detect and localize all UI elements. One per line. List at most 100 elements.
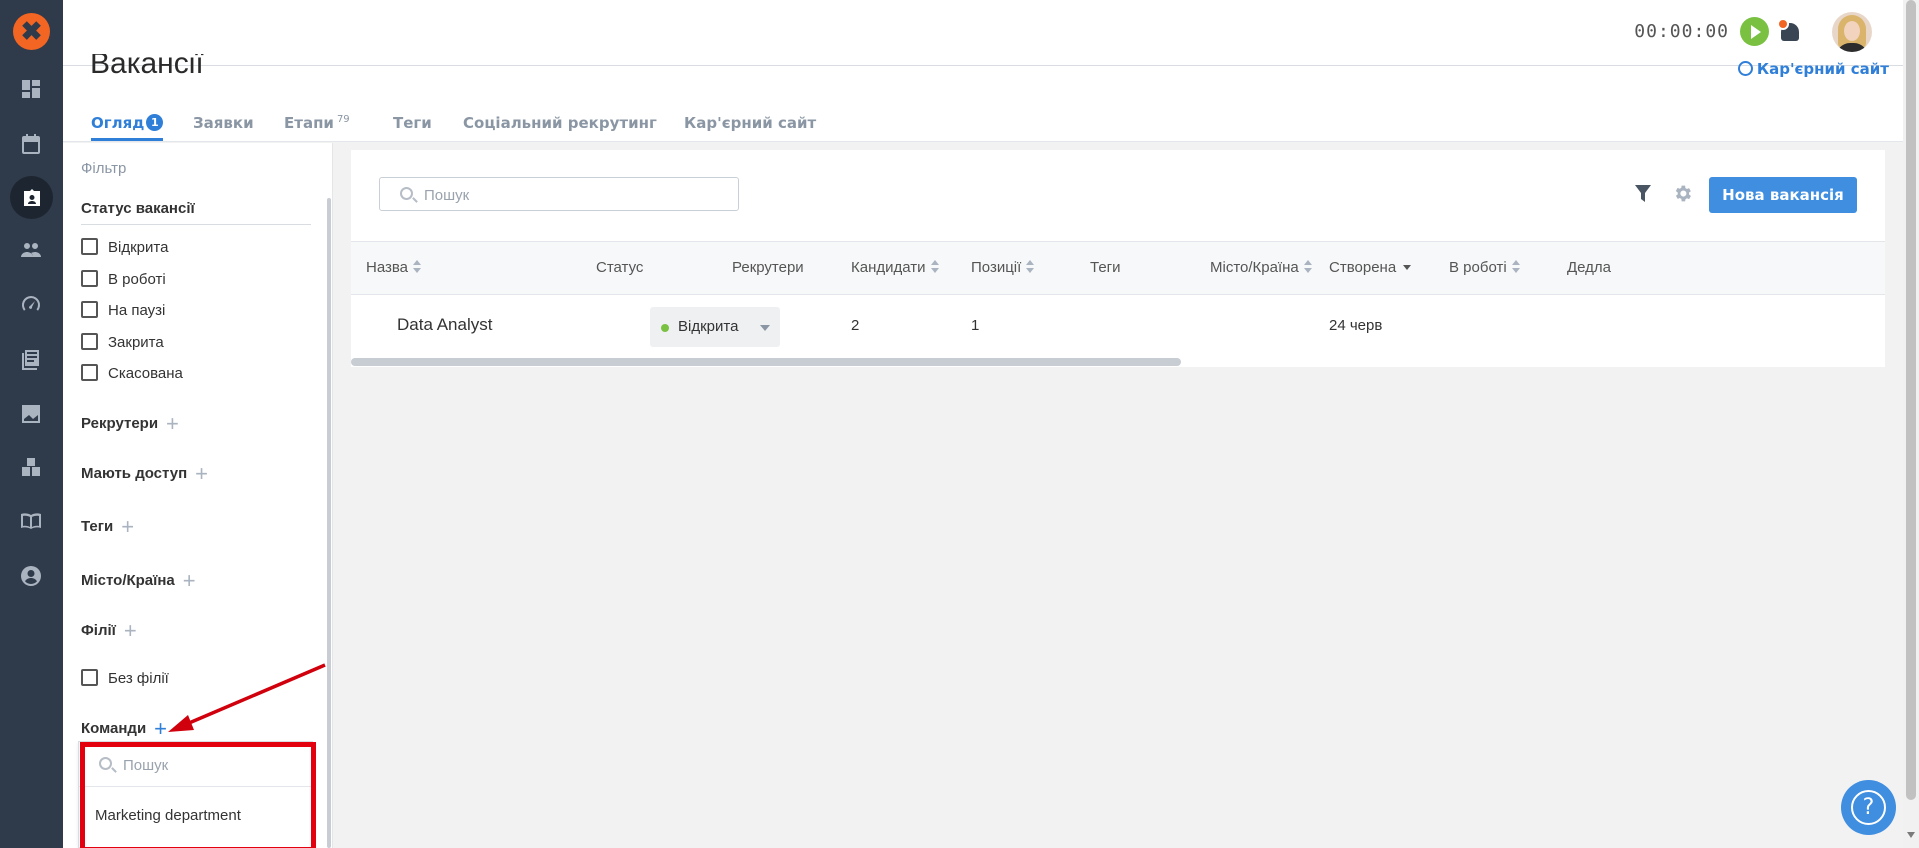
recruiters-section: Рекрутери + bbox=[81, 413, 179, 435]
candidates-count[interactable]: 2 bbox=[851, 317, 859, 334]
positions-count: 1 bbox=[971, 317, 980, 334]
add-recruiter-icon[interactable]: + bbox=[166, 413, 179, 435]
status-label: Відкрита bbox=[678, 318, 739, 335]
avatar[interactable] bbox=[1832, 12, 1872, 52]
highlight-box bbox=[80, 742, 316, 848]
filter-title: Фільтр bbox=[81, 160, 127, 177]
dashboard-icon[interactable] bbox=[8, 67, 55, 111]
sort-icon bbox=[413, 260, 422, 274]
vacancy-name-link[interactable]: Data Analyst bbox=[397, 315, 492, 335]
status-checkbox-cancelled[interactable]: Скасована bbox=[81, 364, 183, 382]
help-icon: ? bbox=[1851, 790, 1886, 825]
speedometer-icon[interactable] bbox=[8, 283, 55, 327]
status-checkbox-closed[interactable]: Закрита bbox=[81, 333, 164, 351]
checkbox-label: На паузі bbox=[108, 302, 166, 319]
access-section: Мають доступ + bbox=[81, 463, 208, 485]
add-access-icon[interactable]: + bbox=[195, 463, 208, 485]
library-icon[interactable] bbox=[8, 337, 55, 381]
page-scrollbar[interactable] bbox=[1903, 0, 1919, 848]
checkbox[interactable] bbox=[81, 669, 98, 686]
sort-icon bbox=[930, 260, 939, 274]
people-icon[interactable] bbox=[8, 228, 55, 272]
tab-tags[interactable]: Теги bbox=[393, 114, 432, 141]
vacancies-icon[interactable] bbox=[10, 176, 53, 219]
no-branch-checkbox[interactable]: Без філії bbox=[81, 669, 169, 687]
sort-icon bbox=[1026, 260, 1035, 274]
filter-icon[interactable] bbox=[1635, 185, 1651, 203]
tab-requests[interactable]: Заявки bbox=[193, 114, 254, 141]
page-header: Вакансії Кар'єрний сайт Огляд 1 Заявки Ет… bbox=[63, 54, 1919, 142]
access-label: Мають доступ bbox=[81, 465, 188, 482]
col-positions[interactable]: Позиції bbox=[971, 259, 1035, 276]
help-button[interactable]: ? bbox=[1841, 780, 1896, 835]
search-input[interactable] bbox=[424, 182, 724, 208]
left-navigation: ✖ bbox=[0, 0, 63, 848]
new-vacancy-button[interactable]: Нова вакансія bbox=[1709, 177, 1857, 213]
checkbox-label: В роботі bbox=[108, 271, 166, 288]
col-created[interactable]: Створена bbox=[1329, 259, 1412, 276]
tab-career-site[interactable]: Кар'єрний сайт bbox=[684, 114, 816, 141]
tab-overview[interactable]: Огляд 1 bbox=[91, 114, 164, 141]
status-checkbox-paused[interactable]: На паузі bbox=[81, 301, 165, 319]
col-city[interactable]: Місто/Країна bbox=[1210, 259, 1312, 276]
col-in-work-label: В роботі bbox=[1449, 259, 1507, 276]
col-tags: Теги bbox=[1090, 259, 1121, 276]
tab-overview-label: Огляд bbox=[91, 114, 145, 132]
tab-overview-badge: 1 bbox=[146, 114, 164, 131]
checkbox-label: Відкрита bbox=[108, 239, 169, 256]
created-date: 24 черв bbox=[1329, 317, 1383, 334]
scroll-down-icon[interactable] bbox=[1907, 832, 1915, 838]
checkbox[interactable] bbox=[81, 364, 98, 381]
scrollbar-thumb[interactable] bbox=[1906, 0, 1916, 800]
table-row[interactable]: Data Analyst Відкрита 2 1 24 черв bbox=[351, 296, 1885, 358]
tags-label: Теги bbox=[81, 518, 114, 535]
vacancies-card: Нова вакансія Назва Статус Рекрутери Кан… bbox=[351, 150, 1885, 367]
tab-stages[interactable]: Етапи 79 bbox=[284, 114, 350, 141]
add-branch-icon[interactable]: + bbox=[124, 620, 137, 642]
notifications-icon[interactable] bbox=[1777, 18, 1803, 44]
career-site-link[interactable]: Кар'єрний сайт bbox=[1737, 60, 1889, 78]
status-dropdown[interactable]: Відкрита bbox=[650, 307, 780, 347]
add-city-icon[interactable]: + bbox=[183, 570, 196, 592]
book-icon[interactable] bbox=[8, 499, 55, 543]
chevron-down-icon bbox=[760, 325, 770, 331]
timer-display: 00:00:00 bbox=[1634, 21, 1729, 42]
top-bar: 00:00:00 bbox=[63, 0, 1919, 66]
table-horizontal-scrollbar[interactable] bbox=[351, 358, 1181, 366]
col-candidates[interactable]: Кандидати bbox=[851, 259, 939, 276]
settings-gear-icon[interactable] bbox=[1672, 183, 1693, 204]
play-icon[interactable] bbox=[1740, 17, 1769, 46]
col-in-work[interactable]: В роботі bbox=[1449, 259, 1520, 276]
search-icon bbox=[400, 187, 413, 200]
divider bbox=[81, 224, 311, 225]
city-label: Місто/Країна bbox=[81, 572, 175, 589]
boxes-icon[interactable] bbox=[8, 445, 55, 489]
checkbox[interactable] bbox=[81, 238, 98, 255]
career-site-label: Кар'єрний сайт bbox=[1756, 60, 1889, 78]
sidebar-scrollbar[interactable] bbox=[327, 198, 331, 848]
checkbox-label: Скасована bbox=[108, 365, 183, 382]
checkbox[interactable] bbox=[81, 333, 98, 350]
app-logo[interactable]: ✖ bbox=[13, 13, 50, 50]
checkbox[interactable] bbox=[81, 270, 98, 287]
col-city-label: Місто/Країна bbox=[1210, 259, 1299, 276]
tab-stages-label: Етапи bbox=[284, 114, 334, 132]
tab-social-recruiting[interactable]: Соціальний рекрутинг bbox=[463, 114, 657, 141]
col-name[interactable]: Назва bbox=[366, 259, 422, 276]
recruiters-label: Рекрутери bbox=[81, 415, 159, 432]
col-positions-label: Позиції bbox=[971, 259, 1022, 276]
account-icon[interactable] bbox=[8, 554, 55, 598]
status-dot bbox=[661, 324, 669, 332]
chart-icon[interactable] bbox=[8, 392, 55, 436]
globe-icon bbox=[1737, 61, 1753, 76]
tags-section: Теги + bbox=[81, 516, 134, 538]
status-section-title: Статус вакансії bbox=[81, 200, 195, 217]
tab-stages-count: 79 bbox=[336, 114, 350, 125]
status-checkbox-open[interactable]: Відкрита bbox=[81, 238, 168, 256]
calendar-icon[interactable] bbox=[8, 122, 55, 166]
status-checkbox-in-work[interactable]: В роботі bbox=[81, 270, 166, 288]
col-name-label: Назва bbox=[366, 259, 409, 276]
col-created-label: Створена bbox=[1329, 259, 1397, 276]
add-tag-icon[interactable]: + bbox=[121, 516, 134, 538]
checkbox[interactable] bbox=[81, 301, 98, 318]
